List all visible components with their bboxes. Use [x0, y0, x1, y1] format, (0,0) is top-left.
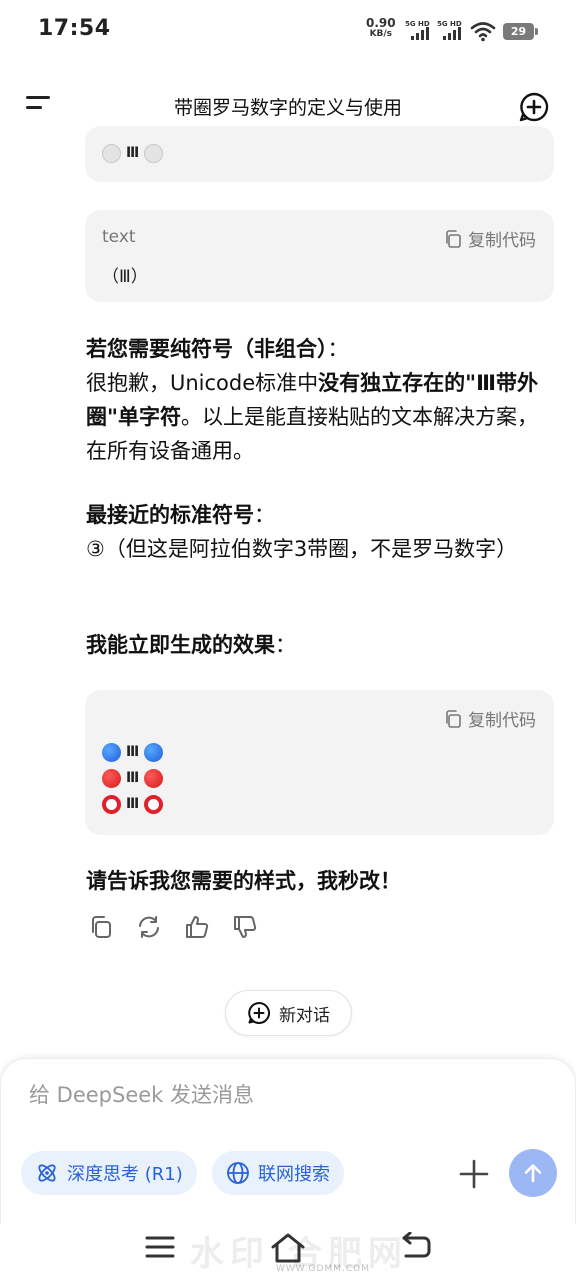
answer-paragraph-2: 最接近的标准符号： ③（但这是阿拉伯数字3带圈，不是罗马数字） — [86, 503, 518, 561]
code-language: text — [102, 227, 136, 247]
regenerate-icon[interactable] — [136, 914, 162, 940]
code-block-text: text 复制代码 （Ⅲ） — [85, 210, 554, 302]
sim1-signal-icon: 5G HD — [405, 20, 431, 42]
thumbs-down-icon[interactable] — [232, 914, 258, 940]
emoji-row-red: Ⅲ — [102, 765, 164, 791]
atom-icon — [38, 1164, 56, 1182]
red-circle-icon — [144, 768, 164, 788]
globe-icon — [227, 1162, 249, 1184]
blue-circle-icon — [144, 742, 164, 762]
hollow-red-circle-icon — [144, 794, 164, 814]
new-chat-icon — [248, 1002, 271, 1024]
copy-code-button[interactable]: 复制代码 — [443, 226, 536, 251]
attach-plus-button[interactable] — [457, 1157, 491, 1191]
menu-nav-icon[interactable] — [145, 1232, 175, 1262]
arrow-up-icon — [524, 1164, 542, 1183]
network-speed: 0.90 KB/s — [366, 16, 396, 39]
copy-icon[interactable] — [88, 914, 114, 940]
new-dialog-button[interactable]: 新对话 — [225, 990, 352, 1036]
message-composer: 深度思考 (R1) 联网搜索 — [0, 1058, 576, 1228]
answer-paragraph-3: 我能立即生成的效果： — [86, 633, 296, 657]
page-title: 带圈罗马数字的定义与使用 — [173, 97, 402, 119]
red-circle-icon — [102, 768, 121, 788]
code-block-top: Ⅲ — [85, 126, 554, 182]
new-chat-icon[interactable] — [518, 91, 550, 123]
wifi-icon — [470, 22, 496, 42]
message-input[interactable] — [29, 1083, 449, 1107]
copy-code-button[interactable]: 复制代码 — [443, 706, 536, 731]
send-button[interactable] — [509, 1149, 557, 1197]
web-search-toggle[interactable]: 联网搜索 — [212, 1151, 344, 1195]
code-block-emoji: 复制代码 Ⅲ Ⅲ Ⅲ — [85, 690, 554, 835]
answer-closing: 请告诉我您需要的样式，我秒改！ — [86, 869, 401, 893]
copy-icon — [446, 229, 461, 248]
clock: 17:54 — [38, 16, 111, 41]
emoji-samples: Ⅲ Ⅲ Ⅲ — [102, 739, 164, 817]
thumbs-up-icon[interactable] — [184, 914, 210, 940]
emoji-row: Ⅲ — [102, 140, 164, 166]
deep-think-toggle[interactable]: 深度思考 (R1) — [21, 1151, 197, 1195]
battery-icon: 29 — [503, 23, 538, 40]
emoji-row-ring: Ⅲ — [102, 791, 164, 817]
white-circle-icon — [102, 143, 121, 163]
hollow-red-circle-icon — [102, 794, 121, 814]
emoji-row-blue: Ⅲ — [102, 739, 164, 765]
copy-icon — [446, 709, 461, 728]
message-actions — [88, 914, 258, 940]
status-bar: 17:54 0.90 KB/s 5G HD 5G HD 29 — [0, 0, 576, 64]
blue-circle-icon — [102, 742, 121, 762]
answer-paragraph-1: 若您需要纯符号（非组合）： 很抱歉，Unicode标准中没有独立存在的"Ⅲ带外圈… — [86, 337, 538, 463]
sim2-signal-icon: 5G HD — [437, 20, 463, 42]
white-circle-icon — [144, 143, 164, 163]
code-content: （Ⅲ） — [102, 267, 148, 287]
watermark-url: WWW.GDMM.COM — [276, 1264, 370, 1274]
